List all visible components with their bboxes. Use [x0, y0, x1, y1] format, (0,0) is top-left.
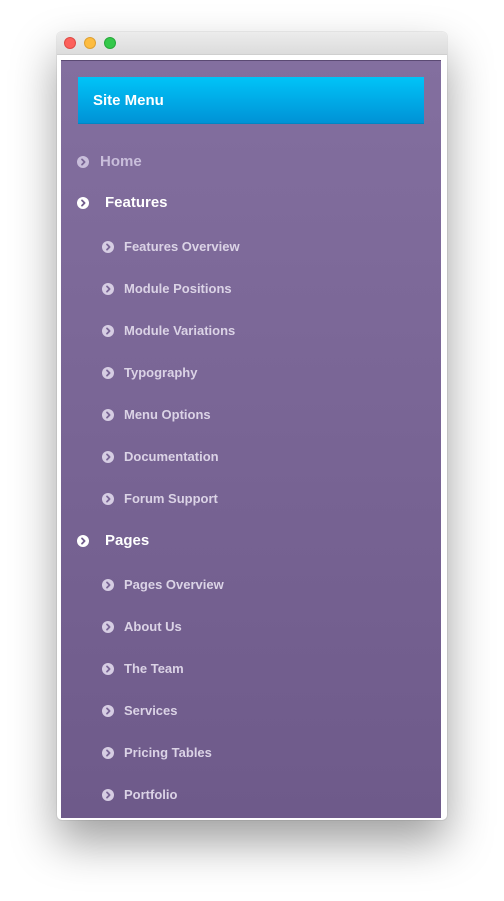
menu-item-services[interactable]: Services	[61, 696, 441, 726]
chevron-circle-right-icon	[77, 197, 89, 209]
maximize-window-icon[interactable]	[104, 37, 116, 49]
menu-item-label: Menu Options	[124, 407, 211, 422]
menu-item-label: Features	[105, 194, 168, 211]
chevron-circle-right-icon	[77, 535, 89, 547]
menu-item-features-overview[interactable]: Features Overview	[61, 232, 441, 262]
menu-item-label: Pages	[105, 532, 150, 549]
menu-item-label: Features Overview	[124, 239, 240, 254]
menu-item-pages[interactable]: Pages	[61, 526, 441, 556]
menu-item-label: Home	[100, 153, 142, 170]
menu-item-label: Documentation	[124, 449, 219, 464]
chevron-circle-right-icon	[102, 493, 114, 505]
site-menu-panel: Site Menu Home Features Features Overview M…	[61, 60, 441, 818]
chevron-circle-right-icon	[102, 747, 114, 759]
chevron-circle-right-icon	[102, 663, 114, 675]
chevron-circle-right-icon	[102, 705, 114, 717]
menu-item-pages-overview[interactable]: Pages Overview	[61, 570, 441, 600]
menu-item-pricing-tables[interactable]: Pricing Tables	[61, 738, 441, 768]
menu-item-features[interactable]: Features	[61, 188, 441, 218]
menu-item-typography[interactable]: Typography	[61, 358, 441, 388]
menu-item-documentation[interactable]: Documentation	[61, 442, 441, 472]
menu-item-forum-support[interactable]: Forum Support	[61, 484, 441, 514]
close-window-icon[interactable]	[64, 37, 76, 49]
chevron-circle-right-icon	[102, 283, 114, 295]
menu-item-label: Portfolio	[124, 787, 178, 802]
menu-item-label: Services	[124, 703, 178, 718]
menu-item-label: Forum Support	[124, 491, 218, 506]
chevron-circle-right-icon	[102, 451, 114, 463]
menu-item-label: The Team	[124, 661, 184, 676]
menu-item-label: Pricing Tables	[124, 745, 212, 760]
menu-item-label: Typography	[124, 365, 198, 380]
menu-item-label: About Us	[124, 619, 182, 634]
chevron-circle-right-icon	[102, 367, 114, 379]
chevron-circle-right-icon	[102, 621, 114, 633]
menu-item-label: Module Positions	[124, 281, 232, 296]
menu-item-module-positions[interactable]: Module Positions	[61, 274, 441, 304]
site-menu-title: Site Menu	[93, 92, 164, 109]
chevron-circle-right-icon	[102, 325, 114, 337]
chevron-circle-right-icon	[102, 579, 114, 591]
chevron-circle-right-icon	[102, 409, 114, 421]
chevron-circle-right-icon	[77, 156, 89, 168]
minimize-window-icon[interactable]	[84, 37, 96, 49]
menu-item-module-variations[interactable]: Module Variations	[61, 316, 441, 346]
browser-window: Site Menu Home Features Features Overview M…	[57, 32, 447, 820]
menu-item-about-us[interactable]: About Us	[61, 612, 441, 642]
menu-item-label: Module Variations	[124, 323, 236, 338]
menu-item-label: Pages Overview	[124, 577, 224, 592]
menu-item-the-team[interactable]: The Team	[61, 654, 441, 684]
chevron-circle-right-icon	[102, 789, 114, 801]
site-menu-header: Site Menu	[78, 77, 424, 124]
menu-item-portfolio[interactable]: Portfolio	[61, 780, 441, 810]
menu-item-home[interactable]: Home	[61, 147, 441, 177]
chevron-circle-right-icon	[102, 241, 114, 253]
menu-item-menu-options[interactable]: Menu Options	[61, 400, 441, 430]
window-titlebar	[57, 32, 447, 55]
